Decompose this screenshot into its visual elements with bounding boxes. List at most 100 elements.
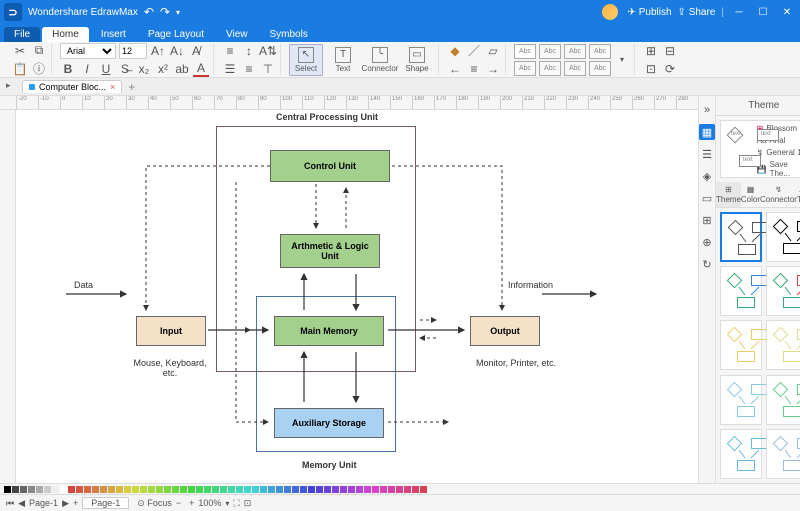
qa-dropdown-icon[interactable]: ▾: [176, 8, 180, 17]
color-swatch[interactable]: [300, 486, 307, 493]
shapes-bar-toggle[interactable]: ▸: [6, 80, 20, 94]
cut-icon[interactable]: ✂: [12, 43, 28, 59]
aux-storage-box[interactable]: Auxiliary Storage: [274, 408, 384, 438]
sidetool-layers-icon[interactable]: ◈: [699, 168, 715, 184]
color-swatch[interactable]: [252, 486, 259, 493]
sidetool-page-icon[interactable]: ▭: [699, 190, 715, 206]
color-swatch[interactable]: [228, 486, 235, 493]
user-avatar[interactable]: [602, 4, 618, 20]
control-unit-box[interactable]: Control Unit: [270, 150, 390, 182]
color-swatch[interactable]: [20, 486, 27, 493]
color-swatch[interactable]: [116, 486, 123, 493]
color-swatch[interactable]: [100, 486, 107, 493]
color-swatch[interactable]: [204, 486, 211, 493]
font-color-icon[interactable]: A: [193, 61, 209, 77]
theme-thumb[interactable]: [720, 212, 762, 262]
close-button[interactable]: ✕: [778, 3, 796, 21]
color-swatch[interactable]: [180, 486, 187, 493]
color-swatch[interactable]: [124, 486, 131, 493]
color-swatch[interactable]: [148, 486, 155, 493]
redo-icon[interactable]: ↷: [160, 5, 170, 19]
minimize-button[interactable]: ─: [730, 3, 748, 21]
add-page-button[interactable]: +: [73, 498, 78, 508]
canvas[interactable]: Central Processing Unit Memory Unit Data…: [16, 110, 698, 483]
color-swatch[interactable]: [4, 486, 11, 493]
copy-icon[interactable]: ⧉: [31, 43, 47, 59]
style-swatch-5[interactable]: Abc: [514, 61, 536, 76]
panel-tab-color[interactable]: ▦Color: [741, 182, 760, 207]
connector-tool[interactable]: ╰Connector: [363, 44, 397, 76]
color-swatch[interactable]: [364, 486, 371, 493]
color-swatch[interactable]: [356, 486, 363, 493]
color-swatch[interactable]: [316, 486, 323, 493]
style-gallery-expand-icon[interactable]: ▾: [614, 52, 630, 68]
color-swatch[interactable]: [276, 486, 283, 493]
color-swatch[interactable]: [172, 486, 179, 493]
align-top-icon[interactable]: ⊤: [260, 61, 276, 77]
align-center-icon[interactable]: ≡: [241, 61, 257, 77]
theme-opt-general[interactable]: ↯General 1: [757, 148, 800, 157]
color-swatch[interactable]: [196, 486, 203, 493]
italic-icon[interactable]: I: [79, 61, 95, 77]
add-tab-button[interactable]: +: [124, 80, 139, 94]
theme-thumb[interactable]: [766, 212, 800, 262]
color-swatch[interactable]: [140, 486, 147, 493]
style-swatch-7[interactable]: Abc: [564, 61, 586, 76]
input-box[interactable]: Input: [136, 316, 206, 346]
color-swatch[interactable]: [76, 486, 83, 493]
theme-thumb[interactable]: [766, 320, 800, 370]
font-selector[interactable]: Arial: [60, 43, 116, 59]
arrange-icon[interactable]: ⊡: [643, 61, 659, 77]
style-swatch-3[interactable]: Abc: [564, 44, 586, 59]
clear-format-icon[interactable]: A̸: [188, 43, 204, 59]
color-swatch[interactable]: [388, 486, 395, 493]
menu-file[interactable]: File: [4, 27, 40, 42]
maximize-button[interactable]: ☐: [754, 3, 772, 21]
color-swatch[interactable]: [212, 486, 219, 493]
sidetool-comment-icon[interactable]: ⊕: [699, 234, 715, 250]
strike-icon[interactable]: S̶: [117, 61, 133, 77]
fit-page-button[interactable]: ⛶: [233, 498, 239, 509]
menu-symbols[interactable]: Symbols: [260, 27, 318, 42]
color-swatch[interactable]: [340, 486, 347, 493]
theme-thumb[interactable]: [720, 429, 762, 479]
align-left-icon[interactable]: ☰: [222, 61, 238, 77]
color-swatch[interactable]: [404, 486, 411, 493]
rotate-icon[interactable]: ⟳: [662, 61, 678, 77]
color-swatch[interactable]: [92, 486, 99, 493]
menu-view[interactable]: View: [216, 27, 258, 42]
document-tab[interactable]: Computer Bloc... ×: [22, 80, 122, 93]
fullscreen-button[interactable]: ⊡: [244, 498, 252, 509]
increase-font-icon[interactable]: A↑: [150, 43, 166, 59]
zoom-in-button[interactable]: +: [189, 498, 194, 508]
underline-icon[interactable]: U: [98, 61, 114, 77]
page-tab[interactable]: Page-1: [82, 497, 129, 509]
shadow-icon[interactable]: ▱: [485, 43, 501, 59]
color-swatch[interactable]: [44, 486, 51, 493]
zoom-out-button[interactable]: −: [176, 498, 181, 508]
color-swatch[interactable]: [12, 486, 19, 493]
theme-opt-save[interactable]: 💾Save The...: [757, 160, 800, 178]
shape-tool[interactable]: ▭Shape: [400, 44, 434, 76]
style-swatch-2[interactable]: Abc: [539, 44, 561, 59]
arrow-end-icon[interactable]: →: [485, 61, 501, 77]
panel-tab-connector[interactable]: ↯Connector: [760, 182, 797, 207]
text-tool[interactable]: TText: [326, 44, 360, 76]
panel-tab-theme[interactable]: ⊞Theme: [716, 182, 741, 207]
paste-icon[interactable]: 📋: [12, 61, 28, 77]
sidetool-properties-icon[interactable]: ☰: [699, 146, 715, 162]
color-swatch[interactable]: [292, 486, 299, 493]
font-size-selector[interactable]: [119, 43, 147, 59]
color-swatch[interactable]: [244, 486, 251, 493]
color-swatch[interactable]: [36, 486, 43, 493]
color-swatch[interactable]: [188, 486, 195, 493]
sidetool-collapse-icon[interactable]: »: [699, 102, 715, 118]
theme-thumb[interactable]: [766, 266, 800, 316]
alu-box[interactable]: Arthmetic & Logic Unit: [280, 234, 380, 268]
vertical-text-icon[interactable]: A⇅: [260, 43, 276, 59]
menu-insert[interactable]: Insert: [91, 27, 136, 42]
color-swatch[interactable]: [372, 486, 379, 493]
color-swatch[interactable]: [396, 486, 403, 493]
color-swatch[interactable]: [420, 486, 427, 493]
theme-thumb[interactable]: [720, 320, 762, 370]
